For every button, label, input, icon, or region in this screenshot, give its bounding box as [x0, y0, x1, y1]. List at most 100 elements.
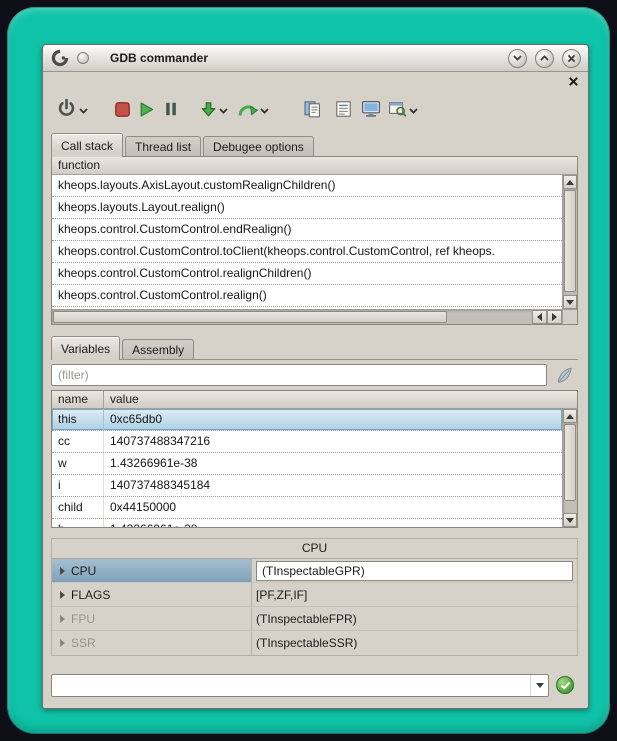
variable-row[interactable]: b 1.43266961e-38 — [52, 519, 562, 527]
register-group-name[interactable]: SSR — [52, 631, 252, 655]
step-over-dropdown-button[interactable] — [260, 96, 269, 122]
variable-row[interactable]: this 0xc65db0 — [52, 409, 562, 431]
cpu-row[interactable]: CPU (TInspectableGPR) — [52, 559, 577, 583]
callstack-column-header[interactable]: function — [52, 157, 577, 175]
power-dropdown-button[interactable] — [79, 96, 88, 122]
variable-row[interactable]: w 1.43266961e-38 — [52, 453, 562, 475]
tab-call-stack[interactable]: Call stack — [51, 133, 123, 157]
close-button[interactable] — [562, 49, 581, 68]
expander-icon[interactable] — [60, 639, 65, 647]
cpu-register-grid: CPU (TInspectableGPR) FLAGS [PF,ZF,IF] F… — [52, 558, 577, 655]
chevron-up-icon — [540, 55, 549, 61]
value-column-header[interactable]: value — [104, 391, 577, 408]
power-run-button[interactable] — [56, 96, 77, 122]
debug-command-combobox[interactable] — [51, 674, 549, 697]
chevron-down-icon — [536, 683, 544, 688]
scrollbar-thumb[interactable] — [564, 190, 576, 292]
scrollbar-thumb[interactable] — [564, 424, 576, 501]
step-over-icon — [237, 101, 258, 118]
scrollbar-thumb[interactable] — [53, 311, 447, 323]
register-group-name[interactable]: FLAGS — [52, 583, 252, 606]
scrollbar-track[interactable] — [563, 189, 577, 295]
quill-icon — [555, 366, 574, 385]
expander-icon[interactable] — [60, 567, 65, 575]
step-into-icon — [200, 101, 217, 118]
scroll-up-button[interactable] — [563, 175, 577, 189]
scrollbar-track[interactable] — [563, 423, 577, 513]
expander-icon[interactable] — [60, 615, 65, 623]
close-icon — [567, 54, 576, 63]
callstack-vertical-scrollbar[interactable] — [562, 175, 577, 309]
watch-icon — [388, 100, 407, 118]
scroll-left-button[interactable] — [532, 310, 547, 324]
step-into-dropdown-button[interactable] — [219, 96, 228, 122]
register-group-value-text: (TInspectableFPR) — [256, 612, 357, 626]
execute-command-button[interactable] — [556, 676, 574, 694]
arrow-right-icon — [552, 313, 557, 321]
message-list-button[interactable] — [335, 96, 352, 122]
callstack-row[interactable]: kheops.layouts.AxisLayout.customRealignC… — [52, 175, 562, 197]
dock-close-button[interactable] — [567, 75, 579, 87]
scrollbar-track[interactable] — [52, 310, 532, 324]
minimize-button[interactable] — [508, 49, 527, 68]
callstack-list: kheops.layouts.AxisLayout.customRealignC… — [52, 175, 562, 309]
step-into-button[interactable] — [200, 96, 217, 122]
callstack-horizontal-scrollbar[interactable] — [52, 309, 562, 324]
gdb-commander-window: GDB commander — [42, 44, 589, 709]
tab-thread-list[interactable]: Thread list — [125, 136, 201, 156]
variable-row[interactable]: i 140737488345184 — [52, 475, 562, 497]
cpu-value-editor[interactable]: (TInspectableGPR) — [256, 561, 573, 581]
variable-value: 0xc65db0 — [104, 409, 562, 430]
cpu-row[interactable]: SSR (TInspectableSSR) — [52, 631, 577, 655]
variable-row[interactable]: child 0x44150000 — [52, 497, 562, 519]
callstack-tabbar: Call stack Thread list Debugee options — [51, 133, 314, 157]
documents-button[interactable] — [303, 96, 322, 122]
register-group-name[interactable]: CPU — [52, 559, 252, 582]
debug-toolbar — [56, 95, 418, 123]
app-menu-button[interactable] — [50, 48, 70, 68]
tab-debugee-options[interactable]: Debugee options — [203, 136, 314, 156]
register-group-label: CPU — [71, 564, 96, 578]
name-column-header[interactable]: name — [52, 391, 104, 408]
memory-view-button[interactable] — [361, 96, 381, 122]
continue-button[interactable] — [138, 96, 155, 122]
callstack-row[interactable]: kheops.control.CustomControl.realignChil… — [52, 263, 562, 285]
debug-command-input[interactable] — [52, 675, 530, 696]
chevron-down-icon — [219, 108, 228, 114]
variables-tabbar: Variables Assembly — [51, 336, 194, 360]
stop-icon — [114, 101, 131, 118]
tab-assembly[interactable]: Assembly — [122, 339, 194, 359]
scroll-down-button[interactable] — [563, 513, 577, 527]
check-icon — [560, 681, 571, 690]
pin-button[interactable] — [77, 52, 89, 64]
expander-icon[interactable] — [60, 591, 65, 599]
callstack-row[interactable]: kheops.control.CustomControl.toClient(kh… — [52, 241, 562, 263]
step-over-button[interactable] — [237, 96, 258, 122]
variables-vertical-scrollbar[interactable] — [562, 409, 577, 527]
filter-input[interactable] — [51, 364, 547, 386]
callstack-row[interactable]: kheops.control.CustomControl.endRealign(… — [52, 219, 562, 241]
titlebar[interactable]: GDB commander — [43, 45, 588, 72]
pause-button[interactable] — [164, 96, 178, 122]
scroll-right-button[interactable] — [547, 310, 562, 324]
variables-table: name value this 0xc65db0 cc 140737488347… — [51, 390, 578, 528]
memory-view-icon — [361, 100, 381, 118]
watch-dropdown-button[interactable] — [409, 96, 418, 122]
filter-options-button[interactable] — [554, 365, 574, 385]
scroll-up-button[interactable] — [563, 409, 577, 423]
callstack-row[interactable]: kheops.layouts.Layout.realign() — [52, 197, 562, 219]
window-title: GDB commander — [110, 51, 208, 65]
tab-variables[interactable]: Variables — [51, 336, 120, 360]
combo-dropdown-button[interactable] — [530, 675, 548, 696]
cpu-row[interactable]: FLAGS [PF,ZF,IF] — [52, 583, 577, 607]
variable-name: b — [52, 519, 104, 527]
scroll-down-button[interactable] — [563, 295, 577, 309]
cpu-row[interactable]: FPU (TInspectableFPR) — [52, 607, 577, 631]
maximize-button[interactable] — [535, 49, 554, 68]
stop-button[interactable] — [114, 96, 131, 122]
callstack-row[interactable]: kheops.control.CustomControl.realign() — [52, 285, 562, 307]
variable-row[interactable]: cc 140737488347216 — [52, 431, 562, 453]
register-group-name[interactable]: FPU — [52, 607, 252, 630]
arrow-up-icon — [566, 180, 574, 185]
watch-button[interactable] — [388, 96, 407, 122]
